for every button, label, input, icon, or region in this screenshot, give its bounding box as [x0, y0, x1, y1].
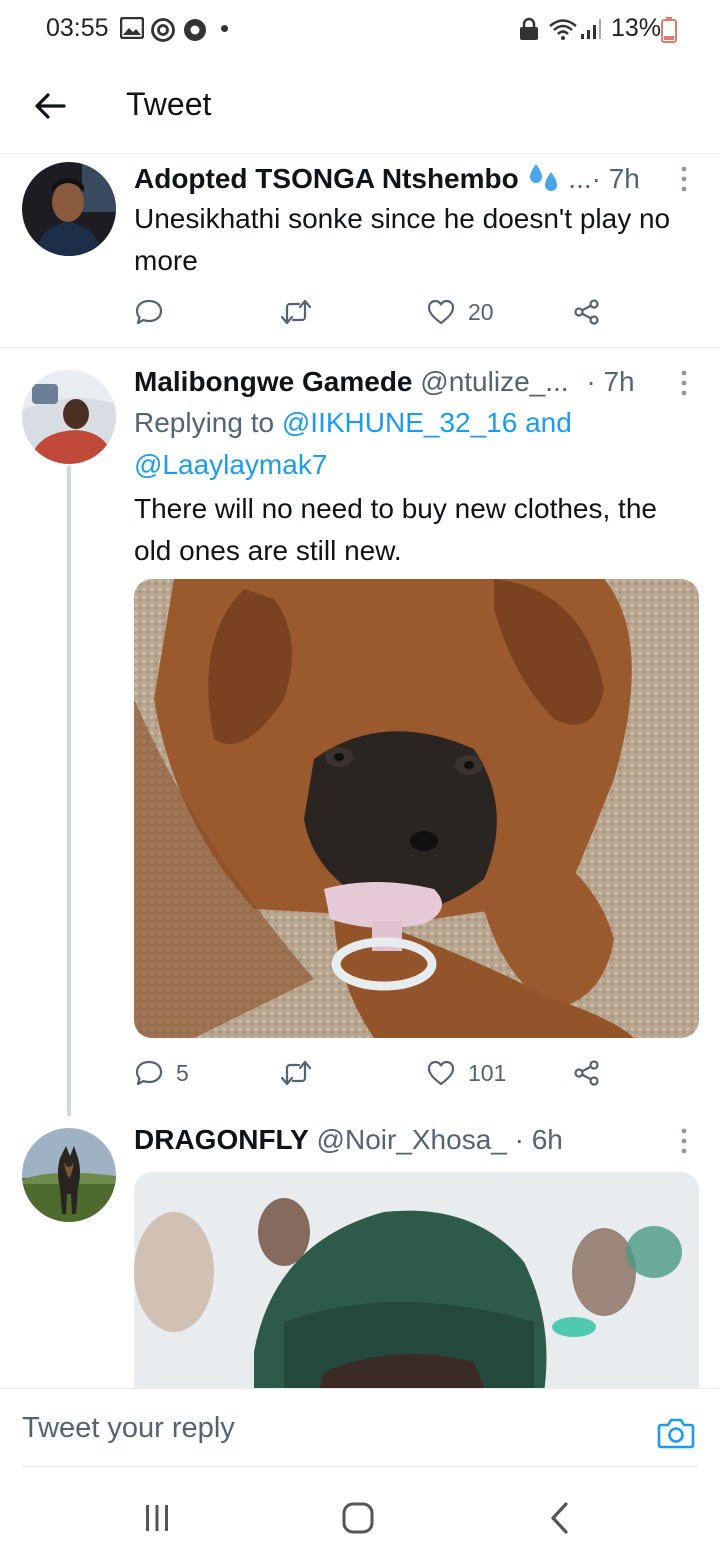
- tweet-image[interactable]: [134, 579, 699, 1038]
- share-button[interactable]: [572, 292, 602, 332]
- chrome-icon: [184, 19, 206, 41]
- signal-icon: [581, 19, 601, 39]
- page-title: Tweet: [126, 86, 212, 122]
- like-button[interactable]: 20: [426, 292, 494, 332]
- recent-apps-icon[interactable]: [137, 1498, 177, 1538]
- retweet-button[interactable]: [279, 292, 313, 332]
- notification-dot: [221, 25, 228, 32]
- thread-line: [67, 466, 71, 1116]
- gallery-icon: [120, 17, 144, 39]
- retweet-button[interactable]: [279, 1053, 313, 1093]
- back-arrow-icon[interactable]: [30, 86, 70, 126]
- status-bar: 03:55 13%: [0, 0, 720, 58]
- reply-underline: [22, 1466, 698, 1467]
- status-time: 03:55: [46, 14, 109, 42]
- tweet-actions: 5 101: [134, 1053, 614, 1093]
- reply-button[interactable]: 5: [134, 1053, 189, 1093]
- replying-to: Replying to @IIKHUNE_32_16 and @Laaylaym…: [134, 402, 694, 486]
- reply-count: 5: [176, 1059, 189, 1086]
- reply-input[interactable]: [22, 1400, 622, 1456]
- display-name[interactable]: Malibongwe Gamede: [134, 366, 413, 397]
- battery-percent: 13%: [611, 14, 662, 42]
- heart-icon: [427, 1060, 455, 1086]
- reply-icon: [135, 299, 163, 325]
- lock-icon: [520, 17, 538, 40]
- wifi-icon: [549, 19, 577, 40]
- tweet-actions: 20: [134, 292, 614, 332]
- more-options-icon[interactable]: [676, 164, 692, 194]
- display-name[interactable]: DRAGONFLY: [134, 1124, 309, 1155]
- tweet-2[interactable]: Malibongwe Gamede @ntulize_... · 7h Repl…: [0, 348, 720, 1116]
- tweet-time: · 6h: [506, 1124, 563, 1155]
- tweet-header: Adopted TSONGA Ntshembo ...· 7h: [134, 162, 640, 195]
- tweet-text: There will no need to buy new clothes, t…: [134, 493, 657, 566]
- tweet-image[interactable]: [134, 1172, 699, 1412]
- app-header: Tweet: [0, 58, 720, 154]
- like-count: 20: [468, 298, 494, 325]
- system-nav-bar: [0, 1468, 720, 1560]
- ring-icon: [151, 18, 175, 42]
- heart-icon: [427, 299, 455, 325]
- retweet-icon: [280, 1060, 312, 1086]
- mention-link[interactable]: @Laaylaymak7: [134, 449, 327, 480]
- avatar[interactable]: [22, 1128, 116, 1222]
- like-count: 101: [468, 1059, 507, 1086]
- battery-icon: [661, 17, 677, 43]
- tweet-1[interactable]: Adopted TSONGA Ntshembo ...· 7h Unesikha…: [0, 154, 720, 348]
- tweet-header: DRAGONFLY @Noir_Xhosa_ · 6h: [134, 1124, 563, 1156]
- avatar[interactable]: [22, 162, 116, 256]
- avatar[interactable]: [22, 370, 116, 464]
- reply-icon: [135, 1060, 163, 1086]
- tweet-time: ...· 7h: [568, 163, 640, 194]
- back-nav-icon[interactable]: [541, 1498, 581, 1538]
- tweet-time: · 7h: [578, 366, 635, 397]
- tweet-text: Unesikhathi sonke since he doesn't play …: [134, 203, 671, 276]
- reply-button[interactable]: [134, 292, 164, 332]
- replying-to-label: Replying to: [134, 407, 282, 438]
- more-options-icon[interactable]: [676, 368, 692, 398]
- share-button[interactable]: [572, 1053, 602, 1093]
- mention-join: and: [517, 407, 572, 438]
- retweet-icon: [280, 299, 312, 325]
- mention-link[interactable]: @IIKHUNE_32_16: [282, 407, 517, 438]
- more-options-icon[interactable]: [676, 1126, 692, 1156]
- user-handle[interactable]: @Noir_Xhosa_: [309, 1124, 507, 1155]
- home-icon[interactable]: [338, 1498, 378, 1538]
- display-name[interactable]: Adopted TSONGA Ntshembo: [134, 163, 519, 194]
- tweet-header: Malibongwe Gamede @ntulize_... · 7h: [134, 366, 635, 398]
- water-drops-emoji-icon: [529, 164, 557, 191]
- share-icon: [574, 299, 599, 325]
- tweet-3[interactable]: DRAGONFLY @Noir_Xhosa_ · 6h: [0, 1116, 720, 1412]
- user-handle[interactable]: @ntulize_...: [413, 366, 568, 397]
- share-icon: [574, 1060, 599, 1086]
- camera-icon[interactable]: [656, 1413, 696, 1453]
- like-button[interactable]: 101: [426, 1053, 506, 1093]
